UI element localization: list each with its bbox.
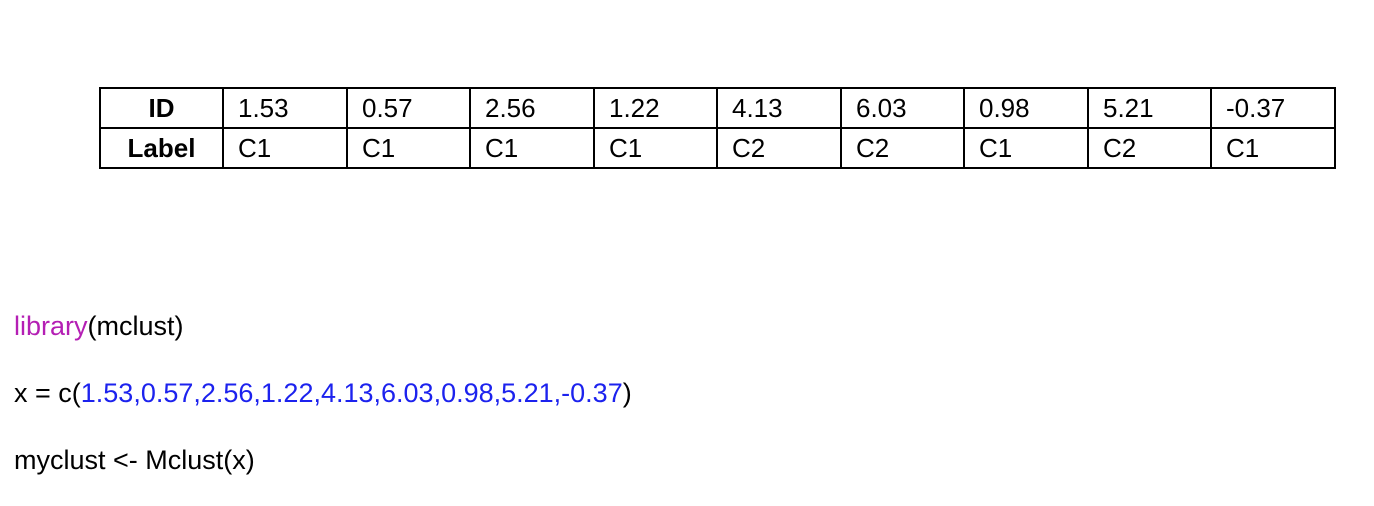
table-cell: C2 xyxy=(1087,127,1212,169)
table-cell: 0.98 xyxy=(963,87,1089,129)
table-cell: 4.13 xyxy=(716,87,842,129)
table-cell: C1 xyxy=(593,127,718,169)
row-header-label: Label xyxy=(99,127,224,169)
table-cell: C2 xyxy=(716,127,842,169)
code-keyword-library: library xyxy=(14,311,88,341)
code-line-mclust: myclust <- Mclust(x) xyxy=(14,443,255,477)
code-text: myclust <- Mclust(x) xyxy=(14,445,255,475)
table-cell: C2 xyxy=(840,127,965,169)
table-cell: 2.56 xyxy=(469,87,595,129)
table-cell: C1 xyxy=(1210,127,1336,169)
table-cell: C1 xyxy=(963,127,1089,169)
table-cell: 1.53 xyxy=(222,87,348,129)
table-cell: 6.03 xyxy=(840,87,965,129)
table-cell: C1 xyxy=(469,127,595,169)
code-text: (mclust) xyxy=(87,311,184,341)
table-cell: 0.57 xyxy=(346,87,471,129)
code-text: ) xyxy=(622,378,632,408)
id-label-table: ID 1.53 0.57 2.56 1.22 4.13 6.03 0.98 5.… xyxy=(99,87,1336,169)
code-line-vector: x = c(1.53,0.57,2.56,1.22,4.13,6.03,0.98… xyxy=(14,376,632,410)
row-header-id: ID xyxy=(99,87,224,129)
table-cell: 5.21 xyxy=(1087,87,1212,129)
table-cell: -0.37 xyxy=(1210,87,1336,129)
table-cell: 1.22 xyxy=(593,87,718,129)
table-cell: C1 xyxy=(346,127,471,169)
code-line-library: library(mclust) xyxy=(14,309,184,343)
table-cell: C1 xyxy=(222,127,348,169)
code-numbers: 1.53,0.57,2.56,1.22,4.13,6.03,0.98,5.21,… xyxy=(80,378,623,408)
table-row-label: Label C1 C1 C1 C1 C2 C2 C1 C2 C1 xyxy=(99,127,1336,169)
code-text: x = c( xyxy=(14,378,81,408)
table-row-id: ID 1.53 0.57 2.56 1.22 4.13 6.03 0.98 5.… xyxy=(99,87,1336,129)
